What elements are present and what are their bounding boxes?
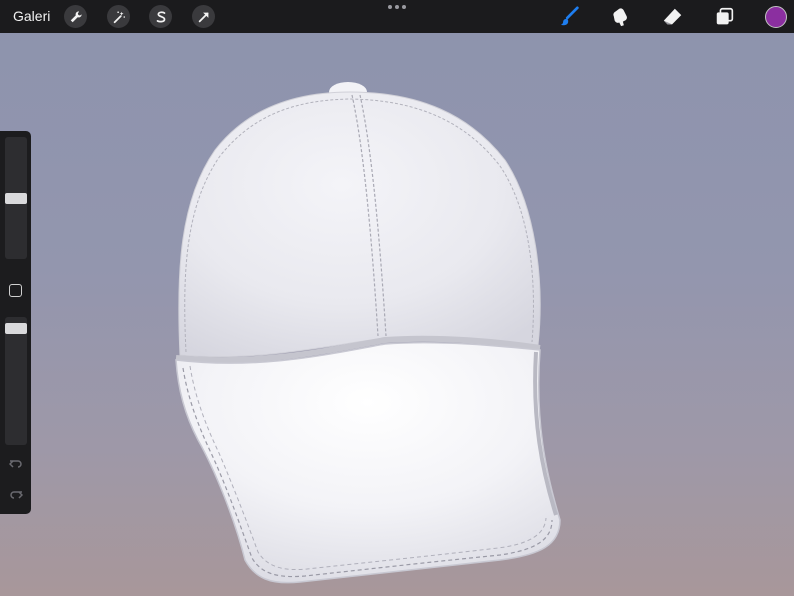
more-dots-icon[interactable] — [388, 3, 406, 11]
undo-button[interactable] — [7, 457, 24, 471]
brush-icon — [560, 6, 579, 26]
selection-button[interactable] — [149, 5, 172, 28]
eraser-tool-button[interactable] — [661, 5, 685, 29]
redo-button[interactable] — [7, 488, 24, 502]
undo-arrow-icon — [8, 460, 22, 468]
actions-button[interactable] — [64, 5, 87, 28]
cap-crown — [178, 91, 541, 358]
adjustments-button[interactable] — [107, 5, 130, 28]
smudge-icon — [613, 8, 627, 27]
left-sidebar — [0, 131, 31, 514]
layers-icon — [716, 7, 734, 25]
magic-wand-icon — [113, 10, 125, 23]
wrench-icon — [70, 10, 82, 22]
opacity-slider[interactable] — [5, 317, 27, 445]
smudge-tool-button[interactable] — [610, 5, 634, 29]
color-picker-button[interactable] — [765, 6, 787, 28]
opacity-thumb[interactable] — [5, 323, 27, 334]
arrow-cursor-icon — [198, 12, 208, 22]
brush-size-thumb[interactable] — [5, 193, 27, 204]
square-modify-icon[interactable] — [9, 284, 22, 297]
gallery-button[interactable]: Galeri — [13, 8, 50, 24]
redo-arrow-icon — [9, 491, 23, 499]
canvas-3d-cap-model[interactable] — [0, 0, 794, 596]
brush-size-slider[interactable] — [5, 137, 27, 259]
brush-tool-button[interactable] — [558, 5, 582, 29]
layers-button[interactable] — [713, 5, 737, 29]
cap-brim — [175, 341, 561, 584]
top-toolbar: Galeri — [0, 0, 794, 33]
transform-button[interactable] — [192, 5, 215, 28]
selection-s-icon — [156, 10, 165, 23]
eraser-icon — [663, 8, 682, 25]
